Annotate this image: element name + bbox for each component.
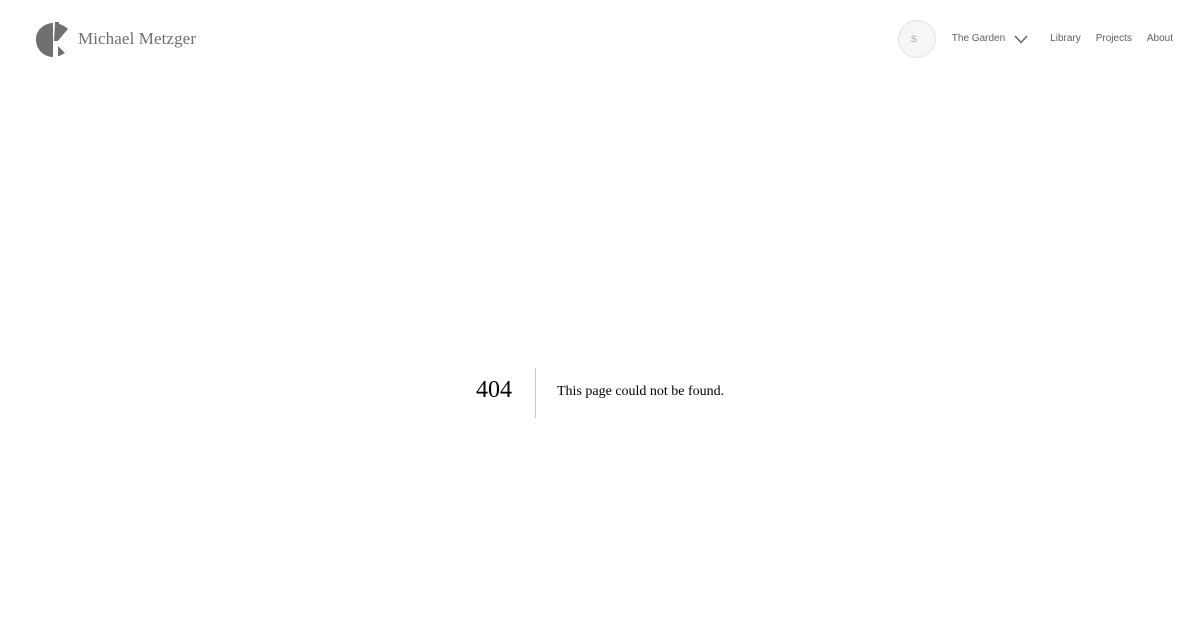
nav-item-about[interactable]: About	[1147, 34, 1173, 44]
nav-item-the-garden[interactable]: The Garden	[952, 34, 1028, 44]
search-button[interactable]: S	[897, 20, 936, 58]
nav-item-library[interactable]: Library	[1050, 34, 1081, 44]
search-icon: S	[910, 34, 917, 44]
nav-item-projects[interactable]: Projects	[1096, 34, 1132, 44]
error-message: This page could not be found.	[557, 384, 725, 399]
main-nav: S The Garden Library Projects About	[897, 19, 1173, 59]
not-found-block: 404 This page could not be found.	[0, 368, 1200, 418]
site-name: Michael Metzger	[78, 28, 197, 48]
nav-label-the-garden: The Garden	[951, 33, 1006, 44]
error-code: 404	[476, 377, 512, 403]
home-link[interactable]: Michael Metzger	[35, 20, 196, 58]
chevron-down-icon	[1014, 34, 1028, 44]
error-divider	[535, 368, 536, 418]
k-logo-icon	[35, 20, 69, 57]
